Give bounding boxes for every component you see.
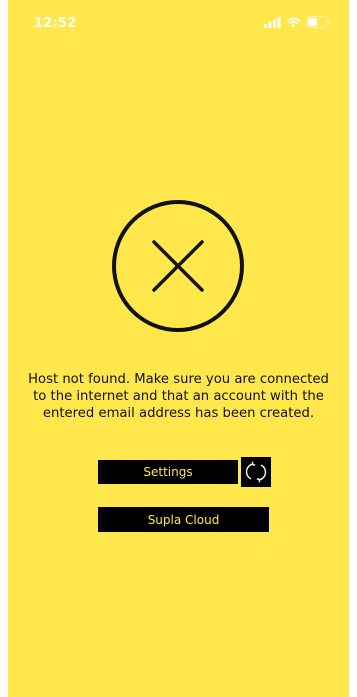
- status-bar: 12:52: [8, 0, 349, 44]
- refresh-icon: [245, 461, 267, 483]
- signal-icon: [264, 16, 281, 28]
- retry-button[interactable]: [241, 457, 271, 487]
- error-message: Host not found. Make sure you are connec…: [28, 372, 329, 421]
- supla-cloud-button[interactable]: Supla Cloud: [98, 507, 269, 532]
- screen: 12:52 Host not found. Make sure you are …: [8, 0, 349, 697]
- settings-button[interactable]: Settings: [98, 460, 238, 484]
- x-circle-icon: [112, 200, 244, 332]
- status-icons: [264, 16, 331, 28]
- status-time: 12:52: [34, 16, 77, 31]
- wifi-icon: [286, 17, 301, 27]
- battery-icon: [306, 16, 331, 28]
